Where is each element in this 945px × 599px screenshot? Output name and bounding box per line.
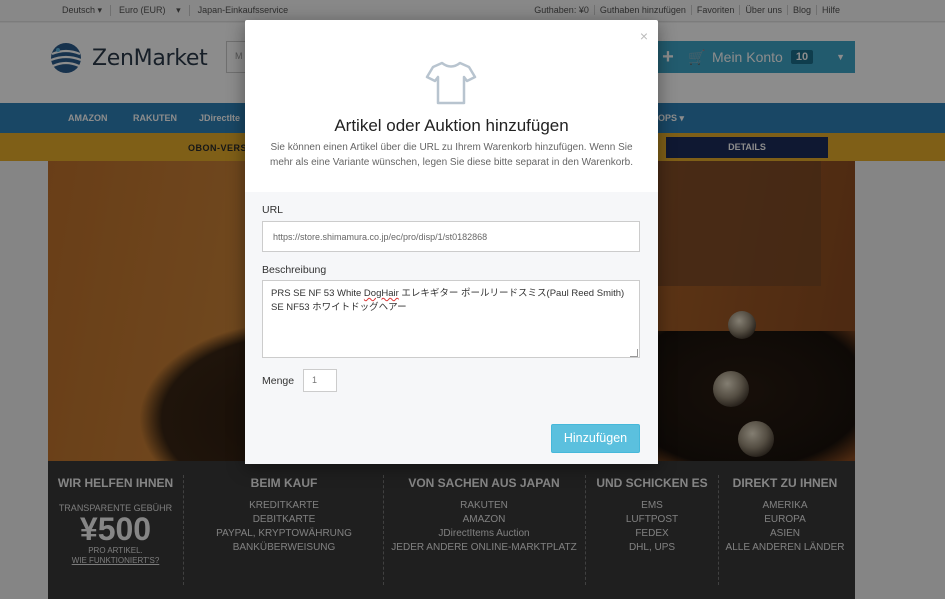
tshirt-icon	[425, 61, 477, 105]
description-field[interactable]: PRS SE NF 53 White DogHair エレキギター ポールリード…	[262, 280, 640, 358]
spellcheck-word: DogHair	[363, 288, 399, 299]
dialog-title: Artikel oder Auktion hinzufügen	[334, 116, 569, 135]
dialog-form: URL https://store.shimamura.co.jp/ec/pro…	[245, 192, 658, 464]
resize-handle-icon[interactable]	[630, 349, 638, 357]
close-icon[interactable]: ×	[640, 28, 648, 44]
quantity-label: Menge	[262, 375, 295, 387]
add-button[interactable]: Hinzufügen	[551, 424, 640, 453]
url-field[interactable]: https://store.shimamura.co.jp/ec/pro/dis…	[262, 221, 640, 252]
url-label: URL	[262, 204, 284, 216]
description-label: Beschreibung	[262, 264, 327, 276]
add-item-dialog: × Artikel oder Auktion hinzufügen Sie kö…	[245, 20, 658, 464]
description-text: PRS SE NF 53 White	[271, 288, 364, 299]
quantity-field[interactable]: 1	[303, 369, 337, 392]
dialog-subtitle: Sie können einen Artikel über die URL zu…	[270, 142, 633, 168]
